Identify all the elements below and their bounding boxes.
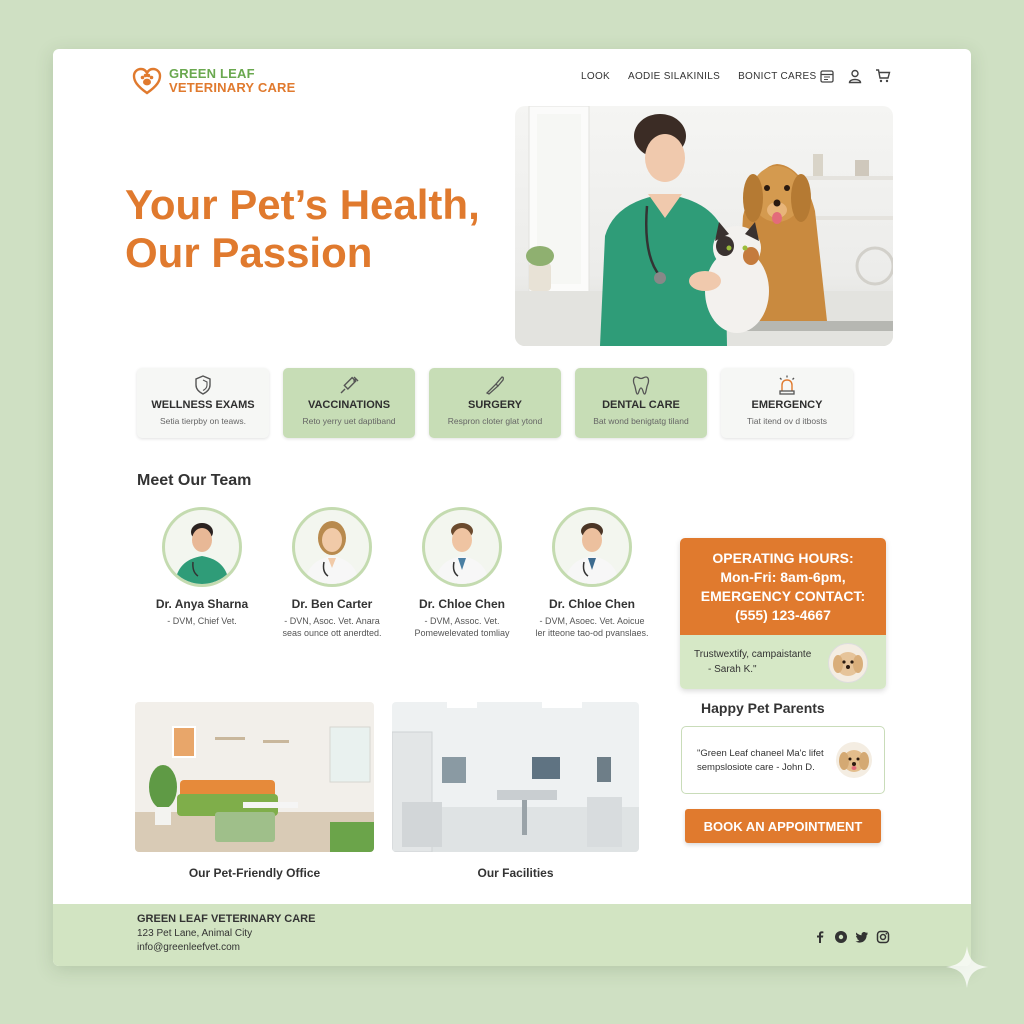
dog-avatar — [828, 643, 868, 683]
quote-author: - Sarah K." — [708, 664, 757, 675]
pinterest-icon[interactable] — [834, 930, 848, 944]
member-role: - DVM, Asoec. Vet. Aoicue ler itteone ta… — [535, 616, 649, 638]
service-desc: Tiat itend ov d itbosts — [746, 416, 827, 426]
service-desc: Setia tierpby on teaws. — [160, 416, 246, 426]
member-role: - DVM, Chief Vet. — [167, 616, 237, 626]
testimonial-quote: Trustwextify, campaistante - Sarah K." — [694, 647, 811, 677]
member-name: Dr. Anya Sharna — [155, 597, 249, 611]
cart-icon[interactable] — [875, 68, 891, 84]
testimonial-card: "Green Leaf chaneel Ma'c lifet sempslosi… — [681, 726, 885, 794]
team-section-title: Meet Our Team — [137, 472, 252, 489]
heart-paw-icon — [132, 67, 162, 95]
services-row: WELLNESS EXAMS Setia tierpby on teaws. V… — [137, 368, 853, 438]
nav-item-services[interactable]: AODIE SILAKINILS — [628, 71, 720, 82]
service-title: DENTAL CARE — [602, 399, 680, 411]
team-member[interactable]: Dr. Chloe Chen - DVM, Assoc. Vet. Pomewe… — [397, 507, 527, 639]
hero-title: Your Pet’s Health, Our Passion — [125, 181, 525, 277]
member-name: Dr. Chloe Chen — [418, 597, 505, 611]
syringe-icon — [340, 376, 359, 394]
avatar — [292, 507, 372, 587]
calendar-icon[interactable] — [819, 68, 835, 84]
service-card-dental[interactable]: DENTAL CARE Bat wond benigtatg tiland — [575, 368, 707, 438]
team-member[interactable]: Dr. Ben Carter - DVN, Asoc. Vet. Anara s… — [267, 507, 397, 639]
siren-icon — [779, 375, 795, 395]
emergency-label: EMERGENCY CONTACT: — [700, 588, 866, 604]
hours-testimonial: Trustwextify, campaistante - Sarah K." — [680, 635, 886, 689]
footer-address: 123 Pet Lane, Animal City — [137, 928, 253, 939]
hours-info: OPERATING HOURS: Mon-Fri: 8am-6pm, EMERG… — [680, 538, 886, 635]
user-icon[interactable] — [847, 68, 863, 84]
hero-title-line1: Your Pet’s Health, — [125, 181, 480, 228]
member-role: - DVN, Asoc. Vet. Anara seas ounce ott a… — [282, 616, 382, 638]
service-card-surgery[interactable]: SURGERY Respron cloter glat ytond — [429, 368, 561, 438]
member-role: - DVM, Assoc. Vet. Pomewelevated tomliay — [414, 616, 510, 638]
office-caption: Our Pet-Friendly Office — [188, 866, 321, 880]
service-desc: Reto yerry uet daptiband — [302, 416, 396, 426]
avatar — [162, 507, 242, 587]
avatar — [552, 507, 632, 587]
hero-image-vet-with-pets — [515, 106, 893, 346]
quote-line: Trustwextify, campaistante — [694, 649, 812, 660]
page-card: GREEN LEAF VETERINARY CARE LOOK AODIE SI… — [53, 49, 971, 966]
quote-line: sempslosiote care - John D. — [697, 762, 815, 773]
sparkle-icon — [946, 946, 988, 988]
facilities-photo — [392, 702, 639, 852]
office-photo — [135, 702, 374, 852]
instagram-icon[interactable] — [876, 930, 890, 944]
service-card-vaccinations[interactable]: VACCINATIONS Reto yerry uet daptiband — [283, 368, 415, 438]
team-list: Dr. Anya Sharna - DVM, Chief Vet. Dr. Be… — [137, 507, 657, 639]
scalpel-icon — [485, 376, 504, 395]
service-title: WELLNESS EXAMS — [151, 399, 255, 411]
service-card-emergency[interactable]: EMERGENCY Tiat itend ov d itbosts — [721, 368, 853, 438]
facilities-caption: Our Facilities — [477, 866, 554, 880]
social-links — [813, 930, 890, 944]
member-name: Dr. Ben Carter — [291, 597, 373, 611]
hero-title-line2: Our Passion — [125, 229, 373, 276]
book-appointment-button[interactable]: BOOK AN APPOINTMENT — [685, 809, 881, 843]
testimonial-quote: "Green Leaf chaneel Ma'c lifet sempslosi… — [697, 747, 837, 775]
service-title: SURGERY — [468, 399, 522, 411]
team-member[interactable]: Dr. Anya Sharna - DVM, Chief Vet. — [137, 507, 267, 639]
service-title: VACCINATIONS — [307, 399, 391, 411]
nav-item-look[interactable]: LOOK — [581, 71, 610, 82]
tooth-icon — [632, 376, 650, 395]
testimonials-title: Happy Pet Parents — [701, 700, 825, 716]
member-name: Dr. Chloe Chen — [548, 597, 635, 611]
facebook-icon[interactable] — [813, 930, 827, 944]
hours-label: OPERATING HOURS: — [712, 550, 854, 566]
nav-icons — [819, 68, 891, 84]
nav-item-cares[interactable]: BONICT CARES — [738, 71, 816, 82]
footer: GREEN LEAF VETERINARY CARE 123 Pet Lane,… — [53, 904, 971, 966]
emergency-phone[interactable]: (555) 123-4667 — [680, 606, 886, 625]
hours-value: Mon-Fri: 8am-6pm, — [720, 569, 846, 585]
shield-icon — [195, 375, 211, 395]
hero-illustration — [515, 106, 893, 346]
team-member[interactable]: Dr. Chloe Chen - DVM, Asoec. Vet. Aoicue… — [527, 507, 657, 639]
service-desc: Bat wond benigtatg tiland — [593, 416, 689, 426]
brand-name-line2: VETERINARY CARE — [169, 80, 296, 95]
avatar — [422, 507, 502, 587]
quote-line: "Green Leaf chaneel Ma'c lifet — [697, 748, 824, 759]
brand-name-line1: GREEN LEAF — [169, 66, 255, 81]
operating-hours-card: OPERATING HOURS: Mon-Fri: 8am-6pm, EMERG… — [680, 538, 886, 689]
footer-brand-name: GREEN LEAF VETERINARY CARE — [137, 913, 316, 925]
service-title: EMERGENCY — [751, 399, 823, 411]
twitter-icon[interactable] — [855, 930, 869, 944]
brand-logo[interactable]: GREEN LEAF VETERINARY CARE — [131, 65, 296, 97]
footer-email[interactable]: info@greenleefvet.com — [137, 942, 240, 953]
service-card-wellness[interactable]: WELLNESS EXAMS Setia tierpby on teaws. — [137, 368, 269, 438]
dog-avatar — [836, 742, 872, 778]
service-desc: Respron cloter glat ytond — [447, 416, 543, 426]
top-nav: LOOK AODIE SILAKINILS BONICT CARES — [581, 71, 817, 82]
